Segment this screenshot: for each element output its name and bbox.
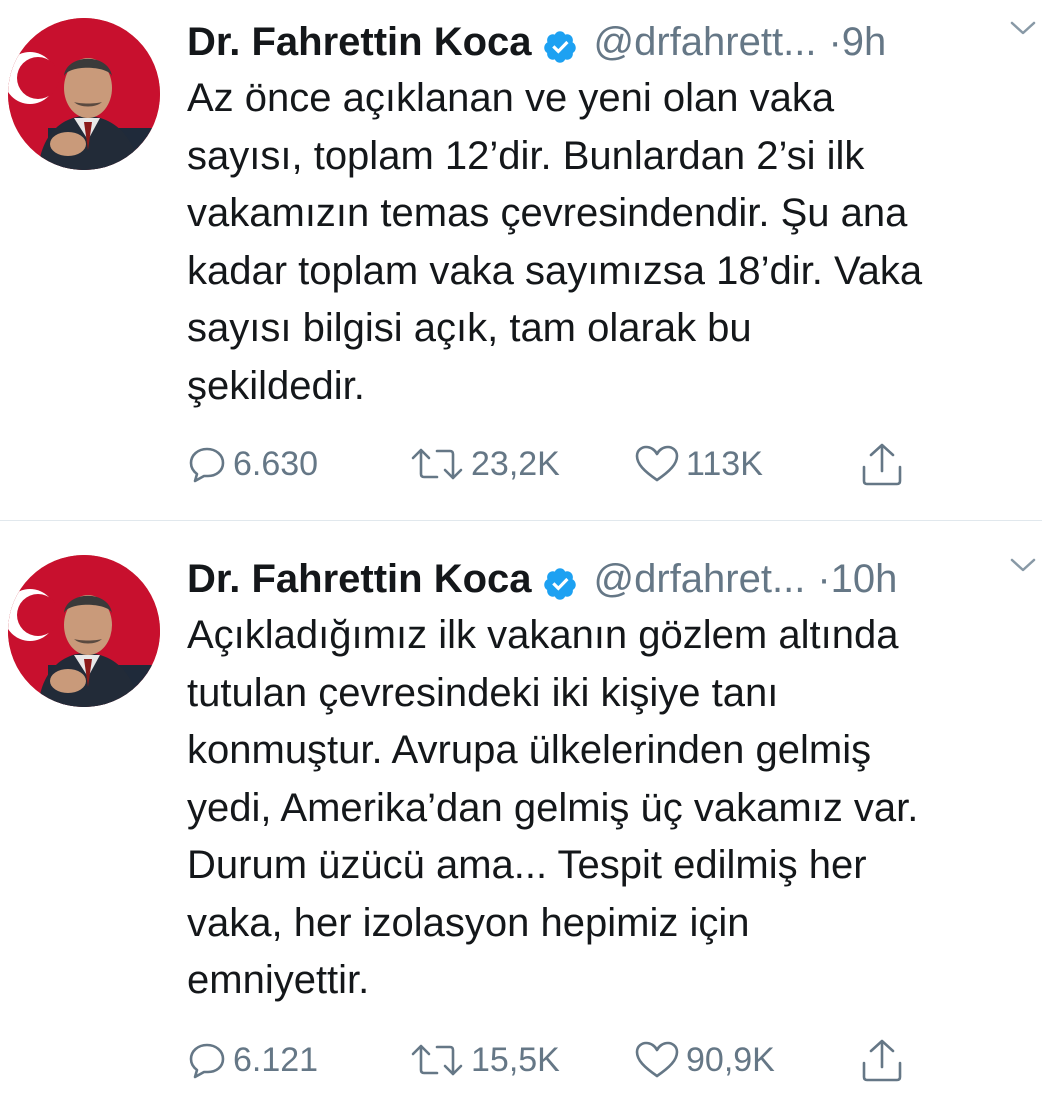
- tweet-header: Dr. Fahrettin Koca @drfahret... · 10h: [187, 551, 1042, 607]
- avatar[interactable]: [8, 555, 160, 707]
- retweet-count: 15,5K: [471, 1040, 560, 1079]
- share-button[interactable]: [859, 1030, 911, 1090]
- share-button[interactable]: [859, 434, 911, 494]
- avatar[interactable]: [8, 18, 160, 170]
- separator-dot: ·: [828, 20, 842, 64]
- retweet-button[interactable]: 15,5K: [409, 1030, 560, 1090]
- tweet-header: Dr. Fahrettin Koca @drfahrett... · 9h: [187, 14, 1042, 70]
- timestamp[interactable]: 10h: [831, 551, 898, 607]
- tweet[interactable]: Dr. Fahrettin Koca @drfahrett... · 9h Az…: [0, 0, 1042, 520]
- author-handle[interactable]: @drfahrett...: [594, 14, 817, 70]
- like-count: 90,9K: [686, 1040, 775, 1079]
- reply-button[interactable]: 6.121: [187, 1030, 318, 1090]
- tweet-actions: 6.630 23,2K 113K: [187, 434, 947, 494]
- separator-dot: ·: [817, 557, 831, 601]
- author-handle[interactable]: @drfahret...: [594, 551, 806, 607]
- verified-badge-icon: [542, 24, 578, 63]
- retweet-count: 23,2K: [471, 444, 560, 483]
- retweet-icon: [411, 448, 463, 480]
- retweet-icon: [411, 1044, 463, 1076]
- like-button[interactable]: 113K: [634, 434, 763, 494]
- timestamp[interactable]: 9h: [842, 14, 887, 70]
- tweet[interactable]: Dr. Fahrettin Koca @drfahret... · 10h Aç…: [0, 537, 1042, 1099]
- tweet-text: Açıkladığımız ilk vakanın gözlem altında…: [187, 613, 919, 1002]
- tweet-text: Az önce açıklanan ve yeni olan vaka sayı…: [187, 76, 923, 408]
- reply-icon: [189, 1043, 225, 1079]
- verified-badge-icon: [542, 561, 578, 600]
- author-name[interactable]: Dr. Fahrettin Koca: [187, 551, 532, 607]
- author-name[interactable]: Dr. Fahrettin Koca: [187, 14, 532, 70]
- chevron-down-icon[interactable]: [1008, 553, 1038, 577]
- share-icon: [862, 443, 902, 486]
- tweet-divider: [0, 520, 1042, 538]
- share-icon: [862, 1039, 902, 1082]
- retweet-button[interactable]: 23,2K: [409, 434, 560, 494]
- reply-count: 6.121: [233, 1040, 319, 1079]
- like-button[interactable]: 90,9K: [634, 1030, 775, 1090]
- reply-count: 6.630: [233, 444, 319, 483]
- like-icon: [635, 1041, 679, 1078]
- like-count: 113K: [686, 444, 763, 483]
- tweet-actions: 6.121 15,5K 90,9K: [187, 1030, 947, 1090]
- reply-button[interactable]: 6.630: [187, 434, 318, 494]
- like-icon: [635, 445, 679, 482]
- reply-icon: [189, 447, 225, 483]
- chevron-down-icon[interactable]: [1008, 16, 1038, 40]
